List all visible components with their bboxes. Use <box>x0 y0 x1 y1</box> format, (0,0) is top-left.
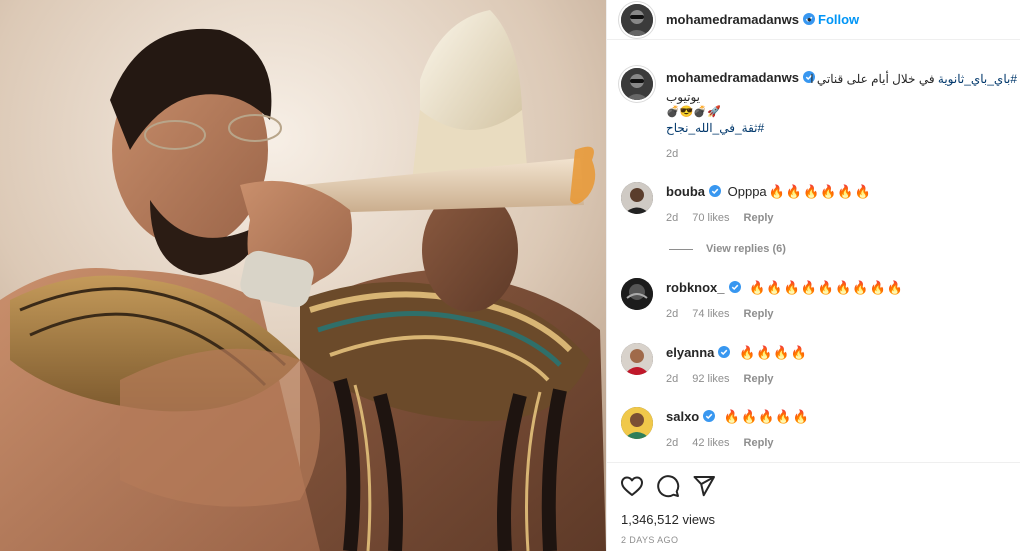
comment-body: salxo 🔥🔥🔥🔥🔥 <box>666 409 810 425</box>
reply-button[interactable]: Reply <box>744 373 774 385</box>
view-replies-button[interactable]: View replies (6) <box>706 243 786 255</box>
comment-username[interactable]: elyanna <box>666 345 714 360</box>
comment-meta: 2d 92 likes Reply <box>666 373 788 385</box>
caption-text-1: في خلال أيام على قناتي الرسمية على <box>810 72 935 86</box>
caption-hashtag-1[interactable]: #باي_باي_ثانوية <box>938 72 1017 86</box>
comment-icon[interactable] <box>656 474 680 498</box>
author-avatar[interactable] <box>621 4 653 36</box>
comment-avatar[interactable] <box>621 407 653 439</box>
caption-line-1: #باي_باي_ثانوية في خلال أيام على قناتي ا… <box>810 70 1017 88</box>
comment-meta: 2d 74 likes Reply <box>666 308 788 320</box>
verified-badge-icon <box>709 185 721 197</box>
caption-line-3: 💣😎💣🚀 <box>666 106 721 118</box>
comment-age[interactable]: 2d <box>666 308 678 320</box>
comment-meta: 2d 70 likes Reply <box>666 212 788 224</box>
comment-avatar[interactable] <box>621 278 653 310</box>
comment-avatar[interactable] <box>621 182 653 214</box>
comment-emoji: 🔥🔥🔥🔥🔥🔥 <box>768 184 872 199</box>
author-username[interactable]: mohamedramadanws <box>666 12 815 27</box>
reply-button[interactable]: Reply <box>744 212 774 224</box>
verified-badge-icon <box>703 410 716 422</box>
comment-username[interactable]: bouba <box>666 184 705 199</box>
caption-hashtag-2[interactable]: #ثقة_في_الله_نجاح <box>666 120 764 136</box>
comment-body: bouba Opppa 🔥🔥🔥🔥🔥🔥 <box>666 184 872 200</box>
comment-likes[interactable]: 74 likes <box>692 308 729 320</box>
heart-icon[interactable] <box>620 474 644 498</box>
comment-meta: 2d 42 likes Reply <box>666 437 788 449</box>
reply-button[interactable]: Reply <box>744 308 774 320</box>
follow-button[interactable]: Follow <box>818 12 859 27</box>
comment-username[interactable]: robknox_ <box>666 280 725 295</box>
post-actions: 1,346,512 views 2 DAYS AGO <box>607 462 1020 551</box>
view-count[interactable]: 1,346,512 views <box>621 512 715 527</box>
caption-author-avatar[interactable] <box>621 68 653 100</box>
comment-age[interactable]: 2d <box>666 437 678 449</box>
comment-avatar[interactable] <box>621 343 653 375</box>
post-side-panel: mohamedramadanws • Follow mohamedramadan… <box>606 0 1020 551</box>
reply-button[interactable]: Reply <box>744 437 774 449</box>
caption-time[interactable]: 2d <box>666 148 678 160</box>
view-replies-line <box>669 249 693 250</box>
post-media[interactable] <box>0 0 606 551</box>
separator-dot: • <box>807 12 812 27</box>
verified-badge-icon <box>728 281 741 293</box>
comment-likes[interactable]: 92 likes <box>692 373 729 385</box>
comment-text: Opppa <box>727 184 767 199</box>
comment-emoji: 🔥🔥🔥🔥 <box>739 345 808 360</box>
caption-author-text[interactable]: mohamedramadanws <box>666 70 799 85</box>
comment-emoji: 🔥🔥🔥🔥🔥 <box>723 409 810 424</box>
comment-age[interactable]: 2d <box>666 212 678 224</box>
author-username-text[interactable]: mohamedramadanws <box>666 12 799 27</box>
post-header: mohamedramadanws • Follow <box>607 0 1020 40</box>
comment-likes[interactable]: 70 likes <box>692 212 729 224</box>
comment-likes[interactable]: 42 likes <box>692 437 729 449</box>
posted-ago[interactable]: 2 DAYS AGO <box>621 535 678 545</box>
verified-badge-icon <box>718 346 731 358</box>
comment-body: elyanna 🔥🔥🔥🔥 <box>666 345 808 361</box>
comment-age[interactable]: 2d <box>666 373 678 385</box>
comment-username[interactable]: salxo <box>666 409 699 424</box>
comment-body: robknox_ 🔥🔥🔥🔥🔥🔥🔥🔥🔥 <box>666 280 904 296</box>
post-photo <box>0 0 606 551</box>
caption-author[interactable]: mohamedramadanws <box>666 70 815 85</box>
share-icon[interactable] <box>692 474 716 498</box>
comment-emoji: 🔥🔥🔥🔥🔥🔥🔥🔥🔥 <box>749 280 904 295</box>
